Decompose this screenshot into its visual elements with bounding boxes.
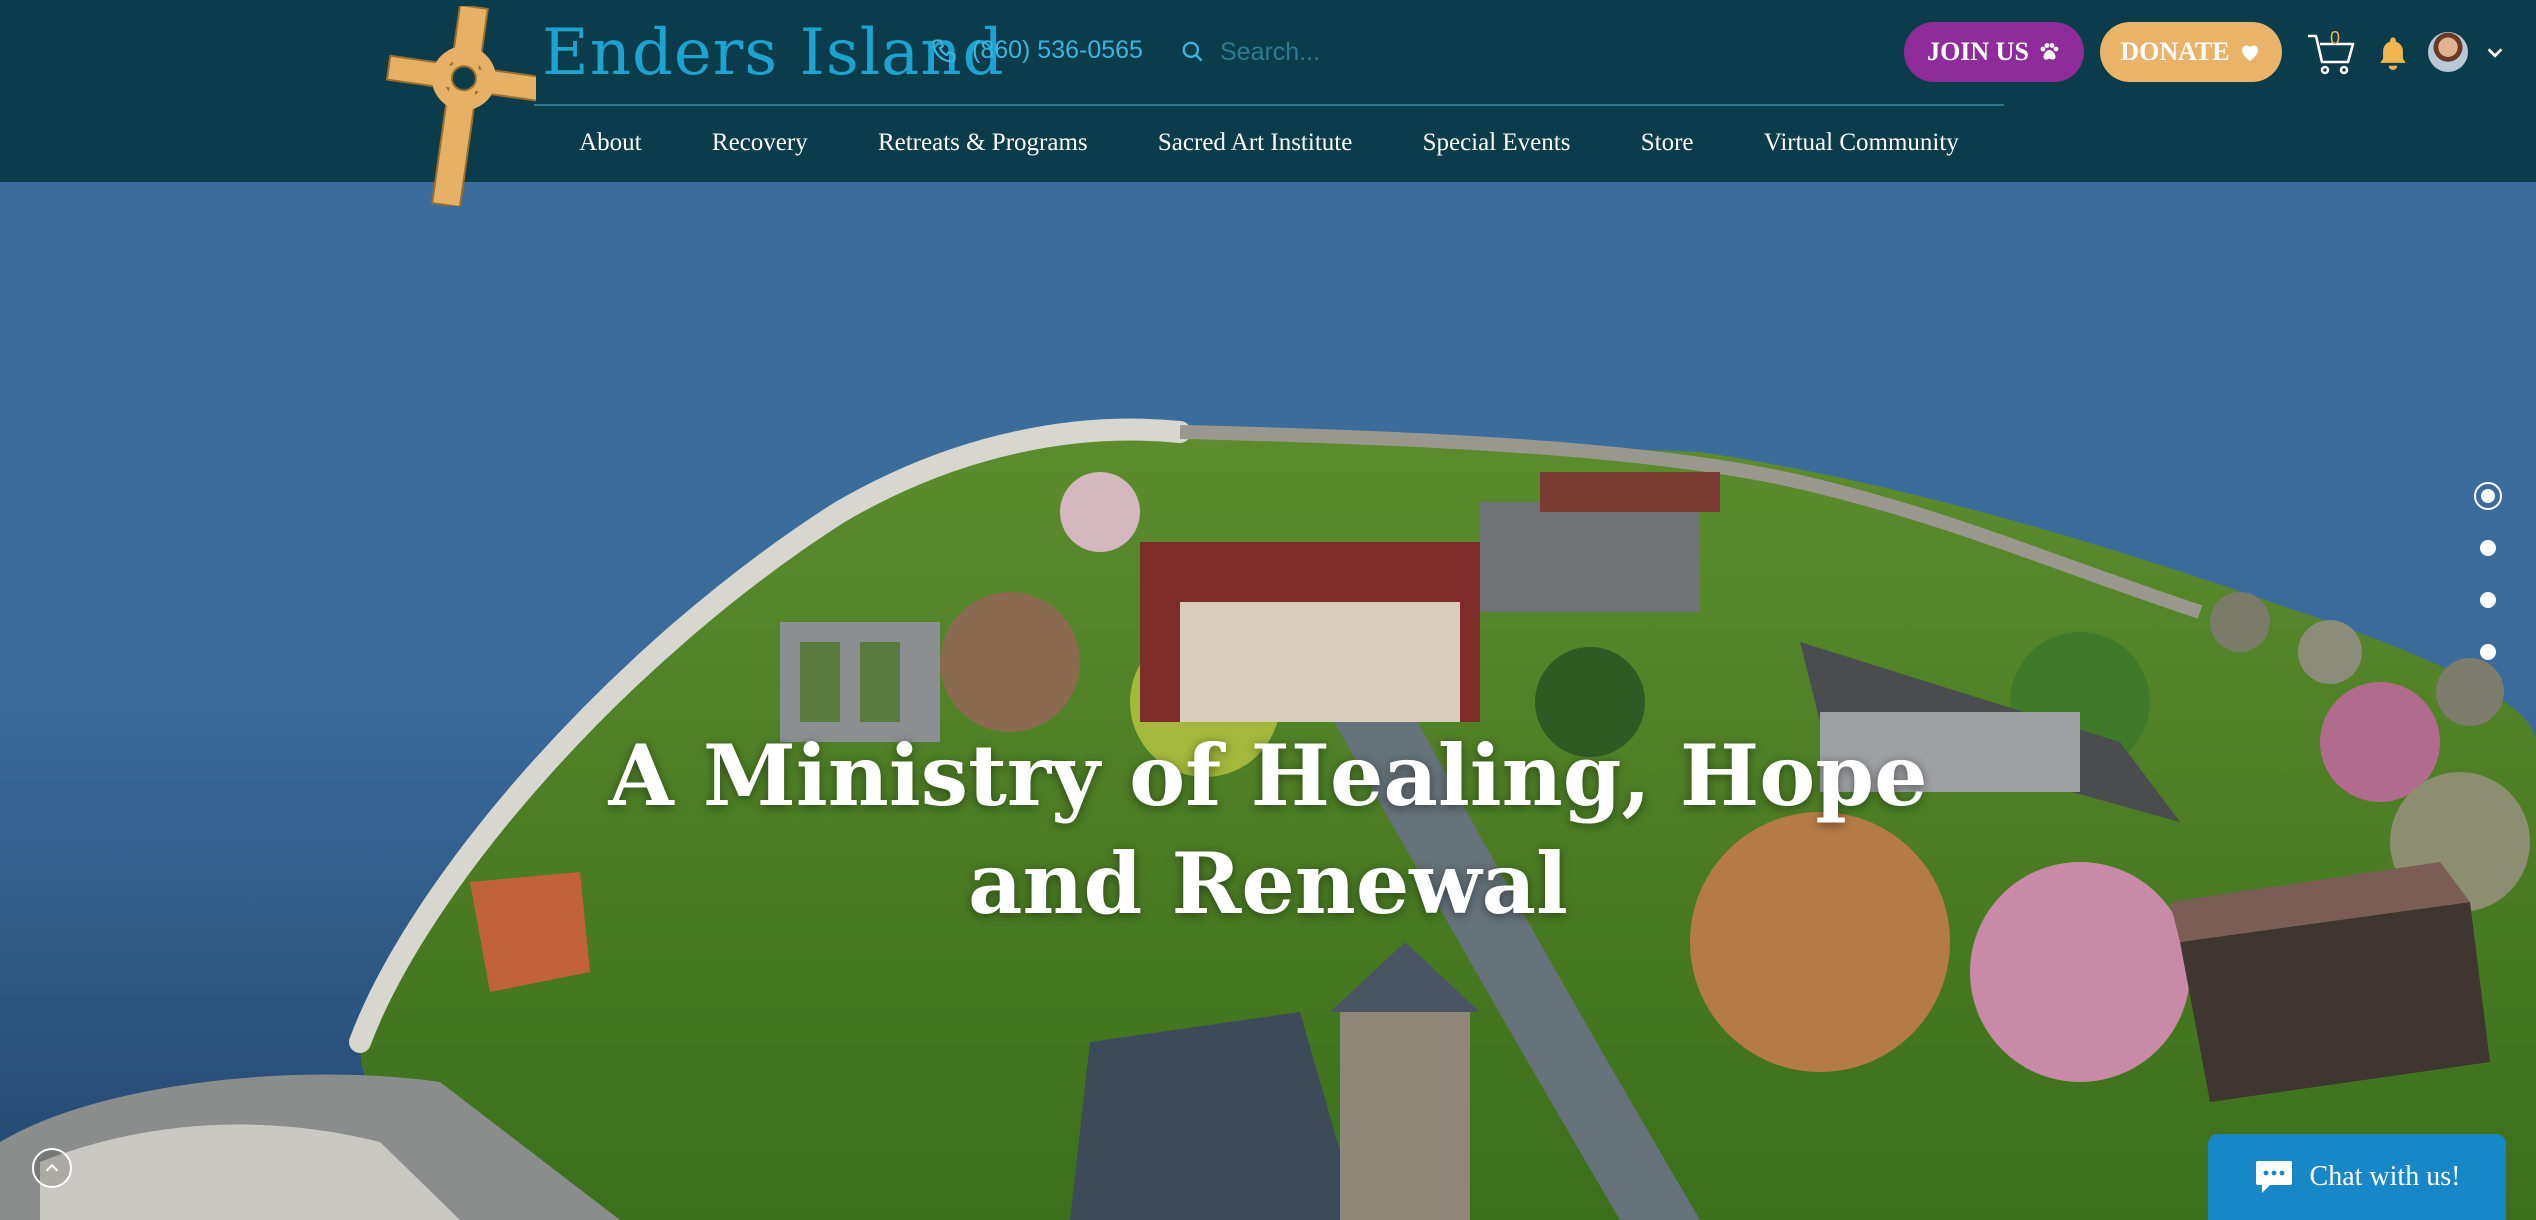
join-us-button[interactable]: JOIN US — [1904, 22, 2084, 82]
slide-dot-4[interactable] — [2480, 644, 2496, 660]
chevron-up-icon — [45, 1163, 59, 1172]
avatar[interactable] — [2428, 32, 2468, 72]
donate-label: DONATE — [2120, 37, 2230, 66]
donate-button[interactable]: DONATE — [2100, 22, 2282, 82]
nav-item-about[interactable]: About — [579, 129, 642, 157]
join-us-label: JOIN US — [1927, 37, 2029, 66]
paw-icon — [2040, 43, 2059, 60]
chevron-down-icon[interactable] — [2484, 42, 2506, 64]
nav-item-special-events[interactable]: Special Events — [1423, 129, 1571, 157]
nav-item-retreats-programs[interactable]: Retreats & Programs — [878, 129, 1088, 157]
back-to-top-button[interactable] — [32, 1148, 72, 1188]
nav-item-sacred-art-institute[interactable]: Sacred Art Institute — [1158, 129, 1352, 157]
chat-label: Chat with us! — [2309, 1161, 2461, 1192]
hero-title-line-2: and Renewal — [968, 834, 1568, 933]
site-header: Enders Island (860) 536-0565 JOIN US DON… — [0, 0, 2536, 182]
phone-link[interactable]: (860) 536-0565 — [930, 36, 1143, 65]
slide-dot-3[interactable] — [2480, 592, 2496, 608]
slide-dot-2[interactable] — [2480, 540, 2496, 556]
search-input[interactable] — [1220, 37, 1480, 67]
hero-title-line-1: A Ministry of Healing, Hope — [608, 726, 1928, 825]
search-icon — [1182, 41, 1203, 62]
hero-aerial-image — [0, 182, 2536, 1220]
main-nav: About Recovery Retreats & Programs Sacre… — [534, 112, 2004, 174]
nav-item-recovery[interactable]: Recovery — [712, 129, 808, 157]
heart-icon — [2241, 45, 2258, 61]
nav-item-virtual-community[interactable]: Virtual Community — [1764, 129, 1959, 157]
chat-button[interactable]: Chat with us! — [2208, 1134, 2506, 1220]
nav-divider — [534, 104, 2004, 106]
search-bar[interactable] — [1180, 30, 1500, 74]
celtic-cross-logo[interactable] — [384, 6, 536, 206]
nav-item-store[interactable]: Store — [1641, 129, 1694, 157]
hero-banner: A Ministry of Healing, Hope and Renewal — [0, 182, 2536, 1220]
cart-count: 0 — [2330, 28, 2341, 48]
phone-icon — [932, 38, 956, 63]
slide-pagination — [2474, 482, 2502, 682]
bell-icon[interactable] — [2376, 34, 2410, 72]
phone-number[interactable]: (860) 536-0565 — [972, 36, 1143, 65]
slide-dot-1[interactable] — [2474, 482, 2502, 510]
hero-title: A Ministry of Healing, Hope and Renewal — [0, 722, 2536, 938]
cart-button[interactable]: 0 — [2306, 28, 2356, 76]
chat-bubble-icon — [2255, 1161, 2292, 1193]
